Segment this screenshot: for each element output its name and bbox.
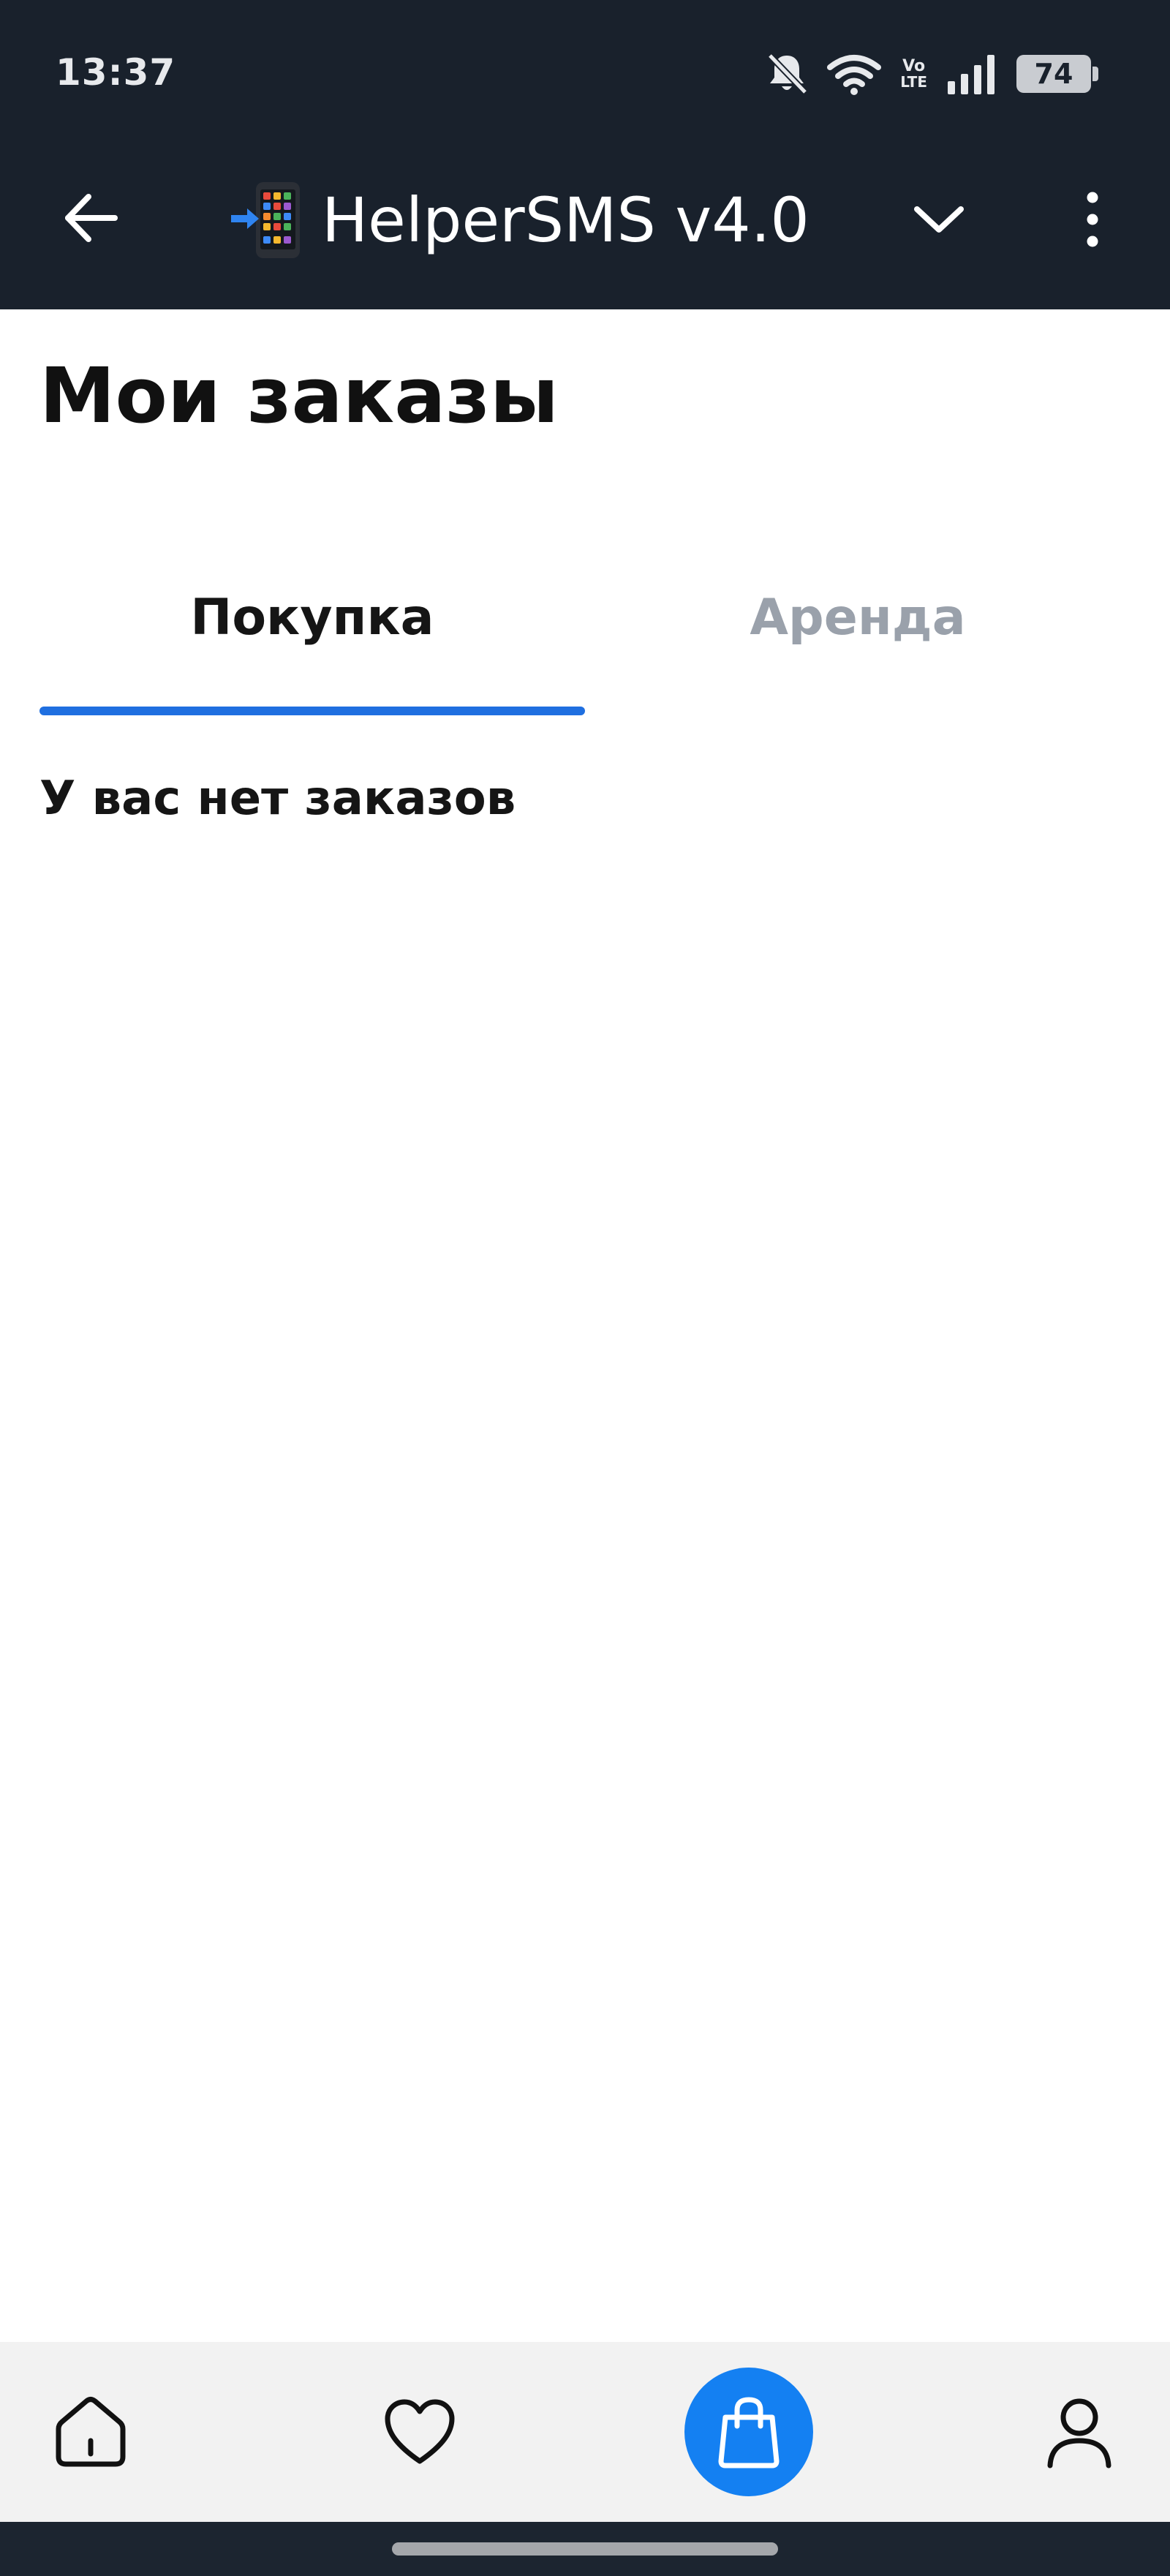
nav-orders[interactable]: [676, 2342, 822, 2522]
battery-icon: 74: [1016, 55, 1098, 93]
empty-orders-message: У вас нет заказов: [39, 772, 516, 826]
arrow-left-icon: [65, 194, 118, 242]
wifi-icon: [827, 53, 882, 95]
app-title-group: HelperSMS v4.0: [228, 180, 809, 260]
battery-level: 74: [1034, 58, 1073, 90]
more-vertical-icon: [1087, 192, 1098, 247]
nav-favorites[interactable]: [347, 2342, 493, 2522]
nav-profile[interactable]: [1006, 2342, 1152, 2522]
home-icon: [56, 2397, 126, 2467]
top-bar: 13:37 Vo LTE 74 HelperSMS v4.0: [0, 0, 1170, 309]
volte-icon: Vo LTE: [900, 57, 927, 91]
nav-orders-active-circle: [684, 2368, 813, 2496]
user-icon: [1047, 2398, 1112, 2468]
shopping-bag-icon: [718, 2397, 780, 2468]
volte-top-label: Vo: [902, 57, 926, 75]
chevron-down-icon: [914, 206, 964, 233]
page-title: Мои заказы: [39, 351, 559, 440]
app-title: HelperSMS v4.0: [322, 184, 809, 256]
volte-bottom-label: LTE: [900, 73, 927, 91]
signal-icon: [946, 53, 997, 94]
tab-purchase[interactable]: Покупка: [39, 563, 585, 717]
back-button[interactable]: [56, 183, 126, 253]
bell-off-icon: [766, 51, 808, 97]
expand-button[interactable]: [904, 184, 974, 255]
active-tab-indicator: [39, 707, 585, 715]
battery-tip: [1092, 67, 1098, 81]
home-gesture-handle[interactable]: [392, 2542, 778, 2556]
system-gesture-area: [0, 2522, 1170, 2576]
nav-home[interactable]: [18, 2342, 164, 2522]
more-menu-button[interactable]: [1057, 184, 1128, 255]
status-icons: Vo LTE 74: [766, 48, 1098, 99]
heart-icon: [385, 2399, 455, 2464]
phone-with-arrow-icon: [228, 181, 307, 260]
status-time: 13:37: [56, 51, 176, 94]
tab-rent[interactable]: Аренда: [585, 563, 1131, 717]
bottom-navigation: [0, 2342, 1170, 2522]
